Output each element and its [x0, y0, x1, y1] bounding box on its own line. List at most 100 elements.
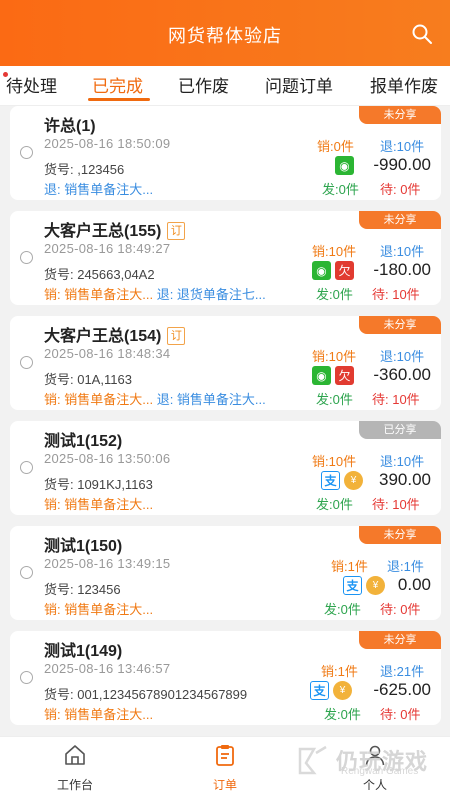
share-status-badge: 已分享	[359, 421, 441, 439]
watermark-subtext: Rengwan Games	[340, 766, 419, 777]
order-time: 2025-08-16 18:49:27	[44, 241, 171, 256]
shipped-count: 发:0件	[324, 707, 361, 722]
returned-count: 退:10件	[380, 139, 425, 154]
nav-label: 工作台	[56, 778, 93, 792]
order-card[interactable]: 许总(1) 2025-08-16 18:50:09 货号: ,123456 退:…	[10, 106, 441, 200]
tab-report-voided[interactable]: 报单作废	[370, 72, 438, 97]
select-radio[interactable]	[20, 461, 33, 474]
pending-count: 待: 10件	[372, 497, 420, 512]
payment-icons: 支 ¥	[343, 576, 385, 595]
order-card[interactable]: 测试1(149) 2025-08-16 13:46:57 货号: 001,123…	[10, 631, 441, 725]
shipped-count: 发:0件	[316, 287, 353, 302]
order-remarks: 销: 销售单备注大...	[44, 494, 153, 513]
share-status-badge: 未分享	[359, 316, 441, 334]
return-remark: 退: 销售单备注大...	[156, 392, 266, 407]
share-status-badge: 未分享	[359, 631, 441, 649]
item-codes: 货号: 123456	[44, 582, 121, 597]
payment-icons: 支 ¥	[310, 681, 352, 700]
order-time: 2025-08-16 13:50:06	[44, 451, 171, 466]
wechat-pay-icon: ◉	[312, 366, 331, 385]
pending-count: 待: 0件	[380, 707, 421, 722]
order-remarks: 销: 销售单备注大...	[44, 599, 153, 618]
share-status-badge: 未分享	[359, 106, 441, 124]
tab-completed[interactable]: 已完成	[92, 72, 143, 97]
nav-workbench[interactable]: 工作台	[45, 743, 105, 793]
wechat-pay-icon: ◉	[312, 261, 331, 280]
item-codes: 货号: 01A,1163	[44, 372, 132, 387]
sale-remark: 销: 销售单备注大...	[44, 287, 154, 302]
return-remark: 退: 退货单备注七...	[156, 287, 266, 302]
returned-count: 退:10件	[380, 454, 425, 469]
customer-name: 测试1(152)	[44, 433, 123, 450]
cash-coin-icon: ¥	[366, 576, 385, 595]
alipay-icon: 支	[310, 681, 329, 700]
item-codes: 货号: ,123456	[44, 162, 125, 177]
order-amount: -625.00	[373, 680, 431, 699]
select-radio[interactable]	[20, 146, 33, 159]
page-title: 网货帮体验店	[168, 26, 282, 46]
return-remark: 退: 销售单备注大...	[44, 182, 154, 197]
select-radio[interactable]	[20, 671, 33, 684]
home-icon	[65, 745, 85, 765]
order-amount: -180.00	[373, 260, 431, 279]
shipped-count: 发:0件	[322, 182, 359, 197]
customer-name: 大客户王总(155) 订	[44, 217, 186, 241]
order-card[interactable]: 大客户王总(155) 订 2025-08-16 18:49:27 货号: 2456…	[10, 211, 441, 305]
returned-count: 退:10件	[380, 349, 425, 364]
returned-count: 退:21件	[380, 664, 425, 679]
watermark-logo: 仍玩游戏 Rengwan Games	[296, 736, 428, 784]
tab-voided[interactable]: 已作废	[178, 72, 229, 97]
search-icon[interactable]	[410, 22, 434, 46]
sale-remark: 销: 销售单备注大...	[44, 497, 154, 512]
alipay-icon: 支	[343, 576, 362, 595]
order-remarks: 退: 销售单备注大...	[44, 179, 153, 198]
returned-count: 退:1件	[387, 559, 424, 574]
order-amount: -990.00	[373, 155, 431, 174]
customer-name: 测试1(150)	[44, 538, 123, 555]
select-radio[interactable]	[20, 356, 33, 369]
order-remarks: 销: 销售单备注大...	[44, 704, 153, 723]
order-amount: 0.00	[397, 575, 431, 594]
customer-name: 许总(1)	[44, 118, 96, 135]
pending-count: 待: 10件	[372, 287, 420, 302]
sold-count: 销:0件	[317, 139, 354, 154]
sold-count: 销:10件	[312, 349, 357, 364]
share-status-badge: 未分享	[359, 526, 441, 544]
sold-count: 销:10件	[312, 454, 357, 469]
order-card[interactable]: 大客户王总(154) 订 2025-08-16 18:48:34 货号: 01A,…	[10, 316, 441, 410]
item-codes: 货号: 001,12345678901234567899	[44, 687, 248, 702]
order-card[interactable]: 测试1(150) 2025-08-16 13:49:15 货号: 123456 …	[10, 526, 441, 620]
wechat-pay-icon: ◉	[335, 156, 354, 175]
share-status-badge: 未分享	[359, 211, 441, 229]
order-time: 2025-08-16 13:49:15	[44, 556, 171, 571]
cash-coin-icon: ¥	[344, 471, 363, 490]
order-tag-icon: 订	[167, 327, 186, 345]
sold-count: 销:1件	[331, 559, 368, 574]
app-header: 网货帮体验店	[0, 0, 450, 66]
credit-icon: 欠	[335, 366, 354, 385]
select-radio[interactable]	[20, 566, 33, 579]
sale-remark: 销: 销售单备注大...	[44, 707, 154, 722]
order-time: 2025-08-16 13:46:57	[44, 661, 171, 676]
nav-orders[interactable]: 订单	[195, 743, 255, 793]
order-icon	[216, 745, 234, 766]
order-amount: -360.00	[373, 365, 431, 384]
payment-icons: ◉	[335, 156, 354, 175]
shipped-count: 发:0件	[324, 602, 361, 617]
order-card[interactable]: 测试1(152) 2025-08-16 13:50:06 货号: 1091KJ,…	[10, 421, 441, 515]
shipped-count: 发:0件	[316, 392, 353, 407]
payment-icons: ◉ 欠	[312, 366, 354, 385]
credit-icon: 欠	[335, 261, 354, 280]
cash-coin-icon: ¥	[333, 681, 352, 700]
returned-count: 退:10件	[380, 244, 425, 259]
pending-count: 待: 0件	[380, 182, 421, 197]
customer-name: 大客户王总(154) 订	[44, 322, 186, 346]
pending-count: 待: 10件	[372, 392, 420, 407]
active-tab-indicator	[88, 98, 150, 101]
tab-problem-orders[interactable]: 问题订单	[265, 72, 333, 97]
select-radio[interactable]	[20, 251, 33, 264]
pending-count: 待: 0件	[380, 602, 421, 617]
tab-pending[interactable]: 待处理	[6, 72, 57, 97]
customer-name: 测试1(149)	[44, 643, 123, 660]
order-remarks: 销: 销售单备注大... 退: 退货单备注七...	[44, 284, 266, 303]
